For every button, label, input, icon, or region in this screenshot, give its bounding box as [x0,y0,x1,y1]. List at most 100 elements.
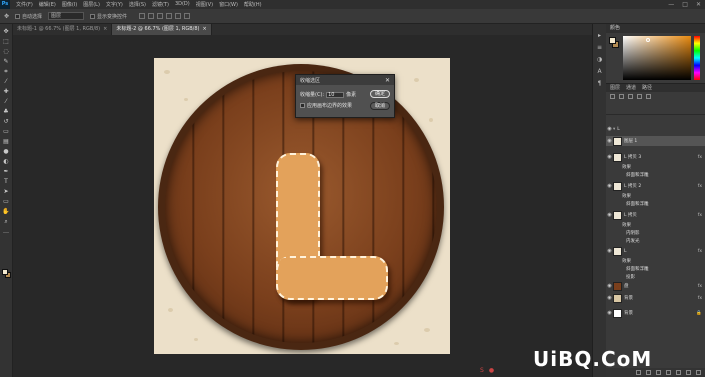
layer-row[interactable]: ◉ L fx [606,246,705,256]
color-picker-cursor[interactable] [646,38,650,42]
layer-effect-row[interactable]: 斜面和浮雕 [606,199,705,209]
align-bottom-icon[interactable] [157,13,164,19]
menu-type[interactable]: 文字(Y) [106,1,123,8]
menu-layer[interactable]: 图层(L) [83,1,100,8]
menu-help[interactable]: 帮助(H) [244,1,262,8]
layer-fx-badge[interactable]: fx [698,284,702,289]
tab-document-1[interactable]: 未标题-1 @ 66.7% (图层 1, RGB/8) × [13,24,113,35]
panel-foreground-swatch[interactable] [609,37,616,44]
filter-adjust-icon[interactable] [619,94,624,99]
tab-paths[interactable]: 路径 [642,84,652,92]
layer-row[interactable]: ◉ 盘 fx [606,281,705,291]
dialog-titlebar[interactable]: 收缩选区 ✕ [296,75,394,85]
gradient-tool-icon[interactable]: ▤ [2,138,11,146]
auto-select-target-dropdown[interactable]: 图层 [48,12,85,20]
new-group-icon[interactable] [676,370,681,375]
history-brush-tool-icon[interactable]: ↺ [2,118,11,126]
add-mask-icon[interactable] [656,370,661,375]
lasso-tool-icon[interactable]: ◌ [2,48,11,56]
layer-fx-badge[interactable]: fx [698,155,702,160]
menu-file[interactable]: 文件(F) [16,1,33,8]
show-transform-checkbox[interactable]: 显示变换控件 [90,13,127,20]
filter-type-icon[interactable] [628,94,633,99]
layer-row[interactable]: ◉ 背景 fx [606,293,705,303]
pen-tool-icon[interactable]: ✒ [2,168,11,176]
adjustment-layer-icon[interactable] [666,370,671,375]
layer-row[interactable]: ◉ 图层 1 [606,136,705,146]
layer-effect-row[interactable]: 内发光 [606,236,705,246]
healing-tool-icon[interactable]: ✚ [2,88,11,96]
quick-select-tool-icon[interactable]: ✎ [2,58,11,66]
eyedropper-tool-icon[interactable]: ⁄ [2,78,11,86]
layer-row[interactable]: ◉ 背景 🔒 [606,308,705,318]
visibility-eye-icon[interactable]: ◉ [606,212,613,218]
menu-edit[interactable]: 编辑(E) [39,1,56,8]
menu-select[interactable]: 选择(S) [129,1,146,8]
layer-effect-row[interactable]: 斜面和浮雕 [606,170,705,180]
more-tools-icon[interactable]: … [2,228,11,236]
blur-tool-icon[interactable]: ● [2,148,11,156]
shape-tool-icon[interactable]: ▭ [2,198,11,206]
layer-row[interactable]: ◉ L 拷贝 2 fx [606,181,705,191]
new-layer-icon[interactable] [686,370,691,375]
visibility-eye-icon[interactable]: ◉ [606,283,613,289]
layer-row[interactable]: ◉ L 拷贝 fx [606,210,705,220]
align-top-icon[interactable] [139,13,146,19]
layer-fx-badge[interactable]: fx [698,213,702,218]
filter-shape-icon[interactable] [637,94,642,99]
crop-tool-icon[interactable]: ⌗ [2,68,11,76]
visibility-eye-icon[interactable]: ◉ [606,248,613,254]
visibility-eye-icon[interactable]: ◉ [606,138,613,144]
align-left-icon[interactable] [166,13,173,19]
character-icon[interactable]: A [597,68,601,75]
adjustments-icon[interactable]: ◑ [597,56,602,63]
tray-app-icon[interactable]: ● [489,367,494,374]
foreground-color-swatch[interactable] [2,269,8,275]
tab-channels[interactable]: 通道 [626,84,636,92]
ok-button[interactable]: 确定 [370,90,390,98]
menu-3d[interactable]: 3D(D) [175,1,190,8]
align-vcenter-icon[interactable] [148,13,155,19]
menu-view[interactable]: 视图(V) [196,1,213,8]
tab-document-2[interactable]: 未标题-2 @ 66.7% (图层 1, RGB/8) × [112,24,212,35]
tab-close-icon[interactable]: × [202,26,206,32]
eraser-tool-icon[interactable]: ▭ [2,128,11,136]
hand-tool-icon[interactable]: ✋ [2,208,11,216]
close-icon[interactable]: ✕ [385,77,390,84]
tab-layers[interactable]: 图层 [610,84,620,92]
path-select-tool-icon[interactable]: ➤ [2,188,11,196]
clone-stamp-tool-icon[interactable]: ♣ [2,108,11,116]
visibility-eye-icon[interactable]: ◉ [606,154,613,160]
menu-window[interactable]: 窗口(W) [219,1,238,8]
history-icon[interactable]: ▸ [598,32,601,39]
zoom-tool-icon[interactable]: ⌕ [2,218,11,226]
layer-row[interactable]: ◉ L 拷贝 3 fx [606,152,705,162]
paragraph-icon[interactable]: ¶ [598,80,602,87]
contract-amount-input[interactable]: 10 [326,91,345,98]
marquee-tool-icon[interactable]: ⬚ [2,38,11,46]
layer-row[interactable]: ◉ ▾ L [606,124,705,134]
move-tool-icon[interactable]: ✥ [2,28,11,36]
align-hcenter-icon[interactable] [175,13,182,19]
visibility-eye-icon[interactable]: ◉ [606,126,613,132]
minimize-icon[interactable]: — [668,1,674,8]
layer-fx-badge[interactable]: fx [698,184,702,189]
auto-select-checkbox[interactable]: 自动选择 [15,13,42,20]
delete-layer-icon[interactable] [696,370,701,375]
visibility-eye-icon[interactable]: ◉ [606,183,613,189]
menu-image[interactable]: 图像(I) [62,1,77,8]
menu-filter[interactable]: 滤镜(T) [152,1,169,8]
color-picker-field[interactable] [623,36,691,80]
layer-fx-badge[interactable]: fx [698,249,702,254]
brush-tool-icon[interactable]: ⁄ [2,98,11,106]
type-tool-icon[interactable]: T [2,178,11,186]
hue-slider[interactable] [694,36,700,80]
visibility-eye-icon[interactable]: ◉ [606,295,613,301]
align-right-icon[interactable] [184,13,191,19]
filter-smart-icon[interactable] [646,94,651,99]
maximize-icon[interactable]: □ [682,1,688,8]
close-icon[interactable]: ✕ [696,1,701,8]
cancel-button[interactable]: 取消 [370,102,390,110]
layer-fx-badge[interactable]: fx [698,296,702,301]
apply-canvas-checkbox[interactable] [300,103,305,108]
